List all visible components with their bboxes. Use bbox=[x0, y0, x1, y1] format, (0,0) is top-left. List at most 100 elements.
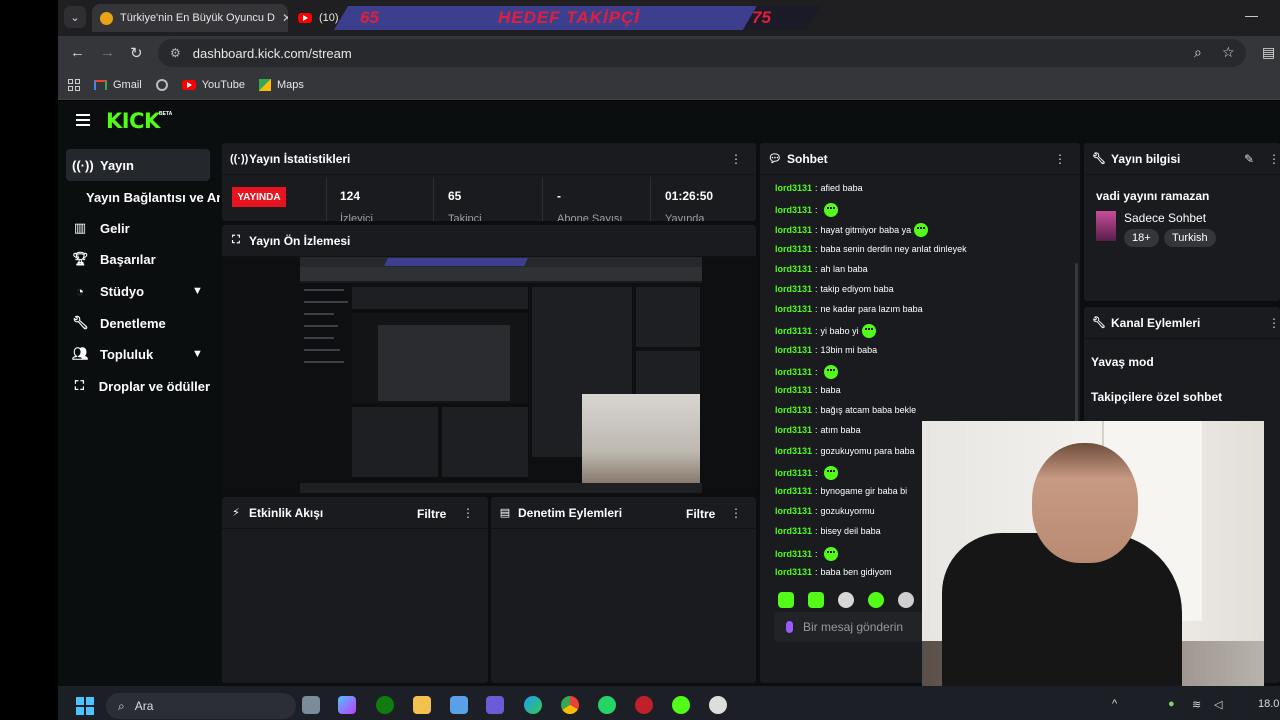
emote-icon[interactable] bbox=[778, 592, 794, 608]
chat-username[interactable]: lord3131 bbox=[775, 385, 812, 395]
bookmark-gmail[interactable]: Gmail bbox=[94, 79, 142, 91]
browser-tab-active[interactable]: Türkiye'nin En Büyük Oyuncu D ✕ bbox=[92, 4, 288, 32]
kebab-menu-icon[interactable]: ⋮ bbox=[1268, 152, 1280, 166]
stream-preview-video[interactable] bbox=[300, 257, 702, 493]
chat-message: lord3131: ah lan baba bbox=[775, 264, 868, 274]
bookmark-youtube[interactable]: YouTube bbox=[181, 79, 245, 91]
emote-icon[interactable] bbox=[898, 592, 914, 608]
chevron-down-icon[interactable]: ▼ bbox=[192, 348, 203, 360]
tab-search-button[interactable]: ⌄ bbox=[64, 6, 86, 28]
kebab-menu-icon[interactable]: ⋮ bbox=[730, 506, 742, 520]
uptime-value: 01:26:50 bbox=[665, 189, 714, 203]
chat-username[interactable]: lord3131 bbox=[775, 526, 812, 536]
taskview-icon[interactable] bbox=[302, 696, 320, 714]
chat-username[interactable]: lord3131 bbox=[775, 446, 812, 456]
chat-username[interactable]: lord3131 bbox=[775, 367, 812, 377]
sidebar-item-yayin[interactable]: ((·)) Yayın bbox=[66, 149, 210, 181]
tab-close-icon[interactable]: ✕ bbox=[282, 11, 288, 25]
menu-hamburger-icon[interactable] bbox=[76, 114, 90, 126]
viewer-count: 124 bbox=[340, 189, 361, 203]
file-explorer-icon[interactable] bbox=[413, 696, 431, 714]
sidebar-item-stream-key[interactable]: Yayın Bağlantısı ve Anahtarı bbox=[66, 181, 220, 213]
chevron-down-icon[interactable]: ▼ bbox=[192, 285, 203, 297]
chat-username[interactable]: lord3131 bbox=[775, 506, 812, 516]
app-red-icon[interactable] bbox=[635, 696, 653, 714]
chat-username[interactable]: lord3131 bbox=[775, 183, 812, 193]
sidebar-item-denetleme[interactable]: 🔧︎ Denetleme bbox=[66, 307, 210, 339]
side-panel-icon[interactable]: ▤ bbox=[1262, 44, 1275, 61]
filter-button[interactable]: Filtre bbox=[686, 507, 715, 521]
follower-goal-overlay: 65 HEDEF TAKİPÇİ 75 bbox=[334, 6, 820, 30]
chat-username[interactable]: lord3131 bbox=[775, 225, 812, 235]
chat-username[interactable]: lord3131 bbox=[775, 486, 812, 496]
teams-icon[interactable] bbox=[486, 696, 504, 714]
preview-addressbar bbox=[300, 267, 702, 281]
sidebar-item-droplar[interactable]: ⛶ Droplar ve ödüller bbox=[66, 370, 210, 402]
kebab-menu-icon[interactable]: ⋮ bbox=[1268, 316, 1280, 330]
store-icon[interactable] bbox=[450, 696, 468, 714]
clock[interactable]: 18.0 bbox=[1258, 698, 1279, 710]
sidebar-item-studyo[interactable]: ◔ Stüdyo ▼ bbox=[66, 275, 210, 307]
chat-username[interactable]: lord3131 bbox=[775, 405, 812, 415]
reload-icon[interactable]: ↻ bbox=[130, 44, 143, 62]
chat-message: lord3131: bisey deil baba bbox=[775, 526, 881, 536]
chat-username[interactable]: lord3131 bbox=[775, 425, 812, 435]
filter-button[interactable]: Filtre bbox=[417, 507, 446, 521]
volume-icon[interactable]: ◁ bbox=[1214, 698, 1222, 711]
xbox-icon[interactable] bbox=[376, 696, 394, 714]
slow-mode-toggle[interactable]: Yavaş mod bbox=[1091, 355, 1154, 369]
chat-username[interactable]: lord3131 bbox=[775, 205, 812, 215]
chat-message-input[interactable]: Bir mesaj gönderin bbox=[774, 612, 924, 642]
sidebar-item-topluluk[interactable]: 👥︎ Topluluk ▼ bbox=[66, 338, 210, 370]
stream-info-panel: 🔧︎ Yayın bilgisi ✎ ⋮ vadi yayını ramazan… bbox=[1084, 143, 1280, 301]
apps-grid-icon[interactable] bbox=[68, 78, 80, 91]
bookmark-globe[interactable] bbox=[155, 78, 168, 91]
chrome-icon[interactable] bbox=[561, 696, 579, 714]
window-minimize-button[interactable]: — bbox=[1245, 8, 1258, 23]
chat-username[interactable]: lord3131 bbox=[775, 284, 812, 294]
emote-icon[interactable] bbox=[868, 592, 884, 608]
obs-icon[interactable] bbox=[709, 696, 727, 714]
edit-pencil-icon[interactable]: ✎ bbox=[1244, 152, 1254, 166]
followers-only-chat-toggle[interactable]: Takipçilere özel sohbet bbox=[1091, 390, 1222, 404]
site-info-icon[interactable]: ⚙ bbox=[170, 46, 181, 60]
divider bbox=[433, 177, 434, 221]
whatsapp-icon[interactable] bbox=[598, 696, 616, 714]
copilot-icon[interactable] bbox=[338, 696, 356, 714]
chat-username[interactable]: lord3131 bbox=[775, 468, 812, 478]
sidebar-item-gelir[interactable]: ▥ Gelir bbox=[66, 212, 210, 244]
microphone-tray-icon[interactable]: ● bbox=[1168, 698, 1175, 710]
sidebar-item-basarilar[interactable]: 🏆︎ Başarılar bbox=[66, 243, 210, 275]
chat-username[interactable]: lord3131 bbox=[775, 304, 812, 314]
emote-icon[interactable] bbox=[838, 592, 854, 608]
chat-username[interactable]: lord3131 bbox=[775, 264, 812, 274]
kick-app-icon[interactable] bbox=[672, 696, 690, 714]
microphone-icon[interactable] bbox=[786, 621, 793, 633]
zoom-search-icon[interactable]: ⌕ bbox=[1194, 44, 1202, 61]
address-bar[interactable]: ⚙ dashboard.kick.com/stream bbox=[158, 39, 1246, 67]
kebab-menu-icon[interactable]: ⋮ bbox=[1054, 152, 1066, 166]
windows-start-icon[interactable] bbox=[76, 697, 94, 715]
chat-username[interactable]: lord3131 bbox=[775, 567, 812, 577]
emote-icon[interactable] bbox=[808, 592, 824, 608]
bookmark-maps[interactable]: Maps bbox=[258, 78, 304, 91]
tray-chevron-icon[interactable]: ^ bbox=[1112, 698, 1117, 710]
chat-message: lord3131: bbox=[775, 546, 838, 561]
chat-username[interactable]: lord3131 bbox=[775, 345, 812, 355]
kebab-menu-icon[interactable]: ⋮ bbox=[462, 506, 474, 520]
chat-text: 13bin mi baba bbox=[820, 344, 878, 355]
tag-pill: 18+ bbox=[1124, 229, 1159, 247]
kebab-menu-icon[interactable]: ⋮ bbox=[730, 152, 742, 166]
chat-username[interactable]: lord3131 bbox=[775, 549, 812, 559]
edge-icon[interactable] bbox=[524, 696, 542, 714]
bookmark-star-icon[interactable]: ☆ bbox=[1222, 44, 1235, 61]
wifi-icon[interactable]: ≋ bbox=[1192, 698, 1201, 711]
palette-icon: ◔ bbox=[76, 283, 84, 299]
chat-separator: : bbox=[815, 205, 818, 216]
chat-username[interactable]: lord3131 bbox=[775, 326, 812, 336]
kick-logo[interactable]: KICK bbox=[106, 109, 160, 133]
forward-arrow-icon[interactable]: → bbox=[100, 44, 115, 61]
back-arrow-icon[interactable]: ← bbox=[70, 44, 85, 61]
chat-username[interactable]: lord3131 bbox=[775, 244, 812, 254]
taskbar-search[interactable]: ⌕ Ara bbox=[106, 693, 296, 719]
